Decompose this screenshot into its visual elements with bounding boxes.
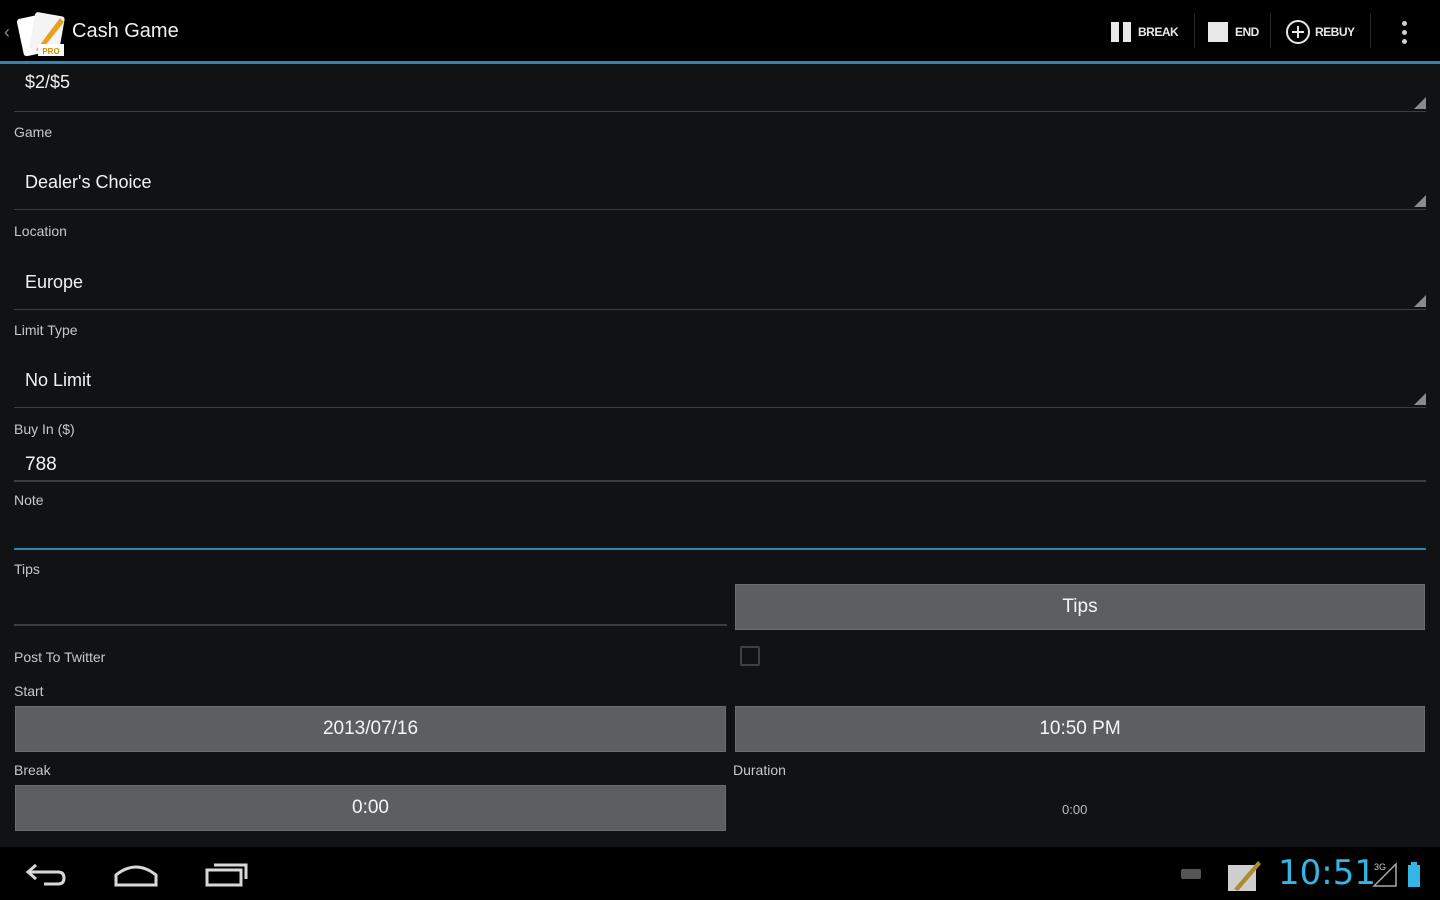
buyin-input[interactable]: 788	[14, 446, 1426, 482]
spinner-corner-icon	[1414, 393, 1426, 405]
game-value: Dealer's Choice	[25, 172, 152, 192]
up-caret-icon[interactable]: ‹	[4, 22, 10, 43]
rebuy-button[interactable]: REBUY	[1285, 18, 1355, 46]
twitter-label: Post To Twitter	[14, 649, 106, 665]
pause-icon	[1111, 22, 1131, 42]
action-divider	[1194, 14, 1195, 48]
action-divider	[1370, 14, 1371, 48]
game-spinner[interactable]: Dealer's Choice	[14, 162, 1426, 210]
tips-input[interactable]	[14, 590, 727, 626]
stakes-spinner[interactable]: $2/$5	[14, 64, 1426, 112]
action-bar: ‹ PRO Cash Game BREAK END REBUY	[0, 0, 1440, 64]
svg-text:3G: 3G	[1374, 862, 1386, 872]
location-value: Europe	[25, 272, 84, 292]
limit-type-spinner[interactable]: No Limit	[14, 360, 1426, 408]
stop-icon	[1208, 22, 1228, 42]
svg-text:PRO: PRO	[42, 47, 59, 56]
start-label: Start	[14, 683, 44, 699]
app-notification-icon	[1228, 861, 1261, 891]
duration-value: 0:00	[1062, 802, 1088, 817]
end-button-label: END	[1235, 25, 1259, 39]
tips-button[interactable]: Tips	[735, 584, 1425, 630]
break-button[interactable]: BREAK	[1110, 18, 1179, 46]
twitter-checkbox[interactable]	[740, 646, 760, 666]
break-label: Break	[14, 762, 51, 778]
spinner-corner-icon	[1414, 295, 1426, 307]
keyboard-icon	[1181, 869, 1201, 879]
home-icon[interactable]	[112, 861, 160, 889]
tips-label: Tips	[14, 561, 40, 577]
start-date-button[interactable]: 2013/07/16	[15, 706, 726, 752]
break-button-label: BREAK	[1138, 25, 1179, 39]
spinner-corner-icon	[1414, 97, 1426, 109]
buyin-value: 788	[25, 454, 57, 475]
game-label: Game	[14, 124, 53, 140]
duration-label: Duration	[733, 762, 786, 778]
signal-icon: 3G	[1372, 862, 1397, 887]
note-input[interactable]	[14, 514, 1426, 550]
app-logo-icon[interactable]: PRO	[16, 10, 68, 58]
action-divider	[1270, 14, 1271, 48]
overflow-menu-icon[interactable]	[1396, 19, 1412, 45]
plus-circle-icon	[1286, 20, 1310, 44]
end-button[interactable]: END	[1207, 18, 1259, 46]
note-label: Note	[14, 492, 44, 508]
battery-icon	[1408, 862, 1420, 887]
limit-type-value: No Limit	[25, 370, 92, 390]
back-icon[interactable]	[24, 859, 68, 889]
rebuy-button-label: REBUY	[1315, 25, 1355, 39]
recent-apps-icon[interactable]	[204, 861, 250, 889]
start-time-button[interactable]: 10:50 PM	[735, 706, 1425, 752]
buyin-label: Buy In ($)	[14, 421, 75, 437]
location-spinner[interactable]: Europe	[14, 262, 1426, 310]
page-title: Cash Game	[72, 20, 179, 42]
limit-type-label: Limit Type	[14, 322, 78, 338]
system-nav-bar	[0, 847, 1440, 900]
break-time-button[interactable]: 0:00	[15, 785, 726, 831]
location-label: Location	[14, 223, 67, 239]
spinner-corner-icon	[1414, 195, 1426, 207]
status-clock: 10:51	[1278, 853, 1376, 893]
stakes-value: $2/$5	[25, 72, 71, 92]
